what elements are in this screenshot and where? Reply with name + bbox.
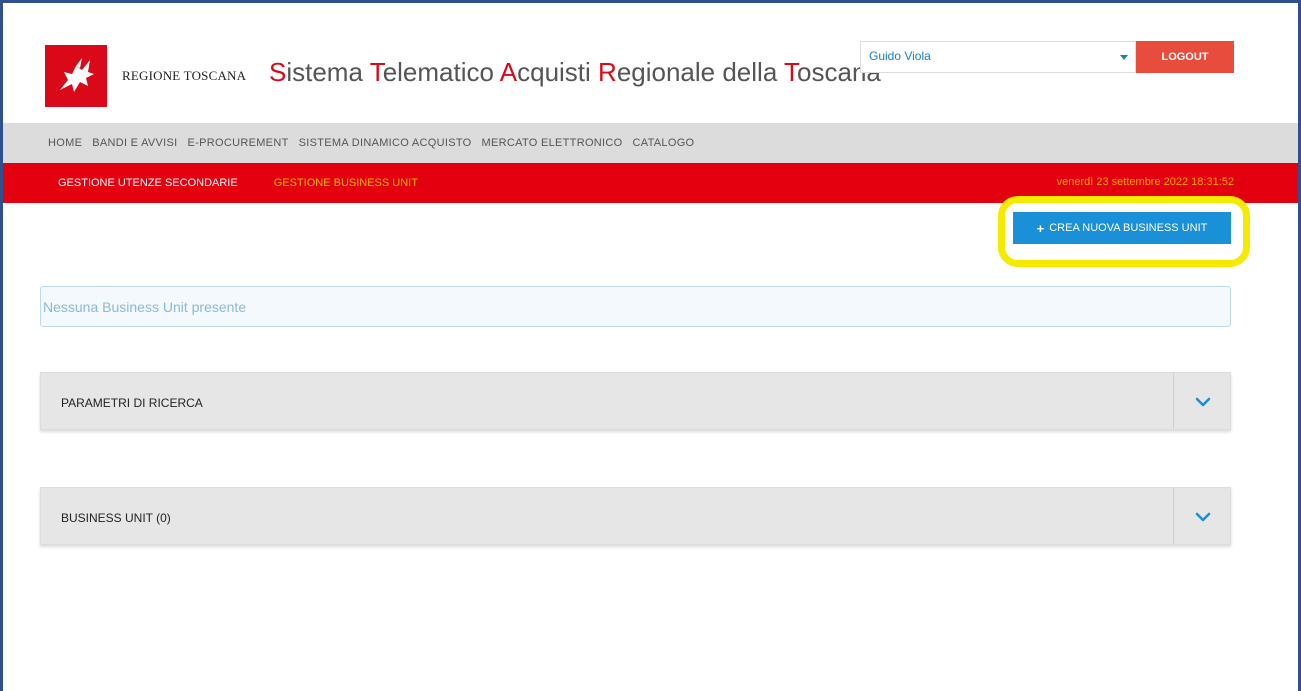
site-header: REGIONE TOSCANA Sistema Telematico Acqui… [3,3,1298,123]
site-title-text: istema [286,57,370,87]
current-datetime: venerdì 23 settembre 2022 18:31:52 [1056,176,1234,188]
site-title-initial: T [784,57,798,87]
main-nav: HOME BANDI E AVVISI E-PROCUREMENT SISTEM… [3,123,1298,163]
site-title-text: elematico [382,57,500,87]
site-title-initial: A [499,57,518,87]
panel-business-unit[interactable]: BUSINESS UNIT (0) [40,487,1231,545]
panel-divider [1173,373,1174,429]
nav-item-e-procurement[interactable]: E-PROCUREMENT [188,137,289,149]
chevron-down-icon[interactable] [1194,508,1212,526]
panel-parametri-di-ricerca[interactable]: PARAMETRI DI RICERCA [40,372,1231,430]
site-title-initial: R [598,57,617,87]
pegasus-icon [60,58,94,92]
subnav-item-gestione-utenze-secondarie[interactable]: GESTIONE UTENZE SECONDARIE [58,177,238,189]
user-select-value: Guido Viola [869,49,931,63]
panel-title: BUSINESS UNIT (0) [61,511,171,525]
logout-button[interactable]: LOGOUT [1136,41,1234,73]
region-name: REGIONE TOSCANA [122,68,247,83]
plus-icon: + [1036,220,1045,236]
user-select[interactable]: Guido Viola [860,41,1136,73]
nav-item-home[interactable]: HOME [48,137,82,149]
site-title-text: egionale della [616,57,785,87]
info-message: Nessuna Business Unit presente [40,286,1231,327]
create-business-unit-button[interactable]: + CREA NUOVA BUSINESS UNIT [1013,212,1231,244]
panel-divider [1173,488,1174,544]
site-title-initial: S [269,57,287,87]
site-title-text: cquisti [517,57,599,87]
subnav-item-gestione-business-unit[interactable]: GESTIONE BUSINESS UNIT [274,177,418,189]
nav-item-mercato-elettronico[interactable]: MERCATO ELETTRONICO [482,137,623,149]
chevron-down-icon[interactable] [1194,393,1212,411]
nav-item-bandi-e-avvisi[interactable]: BANDI E AVVISI [92,137,177,149]
create-button-label: CREA NUOVA BUSINESS UNIT [1049,222,1208,234]
panel-title: PARAMETRI DI RICERCA [61,396,203,410]
nav-item-sistema-dinamico-acquisto[interactable]: SISTEMA DINAMICO ACQUISTO [299,137,472,149]
caret-down-icon [1120,55,1128,60]
nav-item-catalogo[interactable]: CATALOGO [633,137,695,149]
site-title-initial: T [369,57,383,87]
site-title[interactable]: Sistema Telematico Acquisti Regionale de… [269,57,881,88]
regione-toscana-logo[interactable] [45,45,107,107]
